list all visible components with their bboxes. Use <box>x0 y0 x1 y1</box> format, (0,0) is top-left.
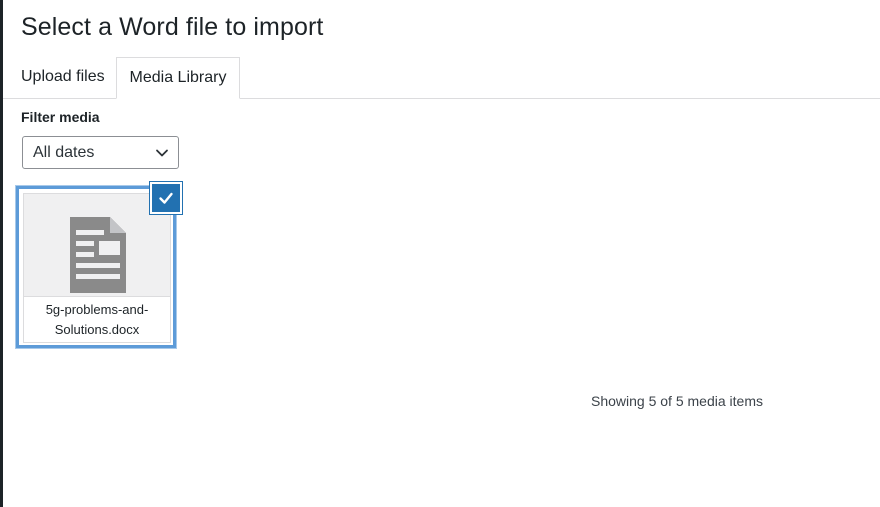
filter-dates-value: All dates <box>33 144 95 161</box>
filter-dates-select[interactable]: All dates <box>22 136 179 169</box>
checkmark-icon <box>159 192 173 204</box>
attachment-filename-line-1: 5g-problems-and- <box>45 302 149 317</box>
chevron-down-icon <box>156 149 168 157</box>
media-count-status: Showing 5 of 5 media items <box>591 393 763 409</box>
media-tabs: Upload files Media Library <box>3 57 880 99</box>
tab-upload-files[interactable]: Upload files <box>21 57 105 97</box>
attachment-thumbnail: 5g-problems-and- Solutions.docx <box>23 193 171 343</box>
deselect-checkbox[interactable] <box>150 182 182 214</box>
attachment-filename-line-2: Solutions.docx <box>54 322 140 337</box>
attachment-filename: 5g-problems-and- Solutions.docx <box>24 296 170 342</box>
tab-media-library[interactable]: Media Library <box>116 57 240 99</box>
filter-media-label: Filter media <box>21 109 100 125</box>
document-icon <box>70 217 126 293</box>
modal-title: Select a Word file to import <box>21 13 324 41</box>
